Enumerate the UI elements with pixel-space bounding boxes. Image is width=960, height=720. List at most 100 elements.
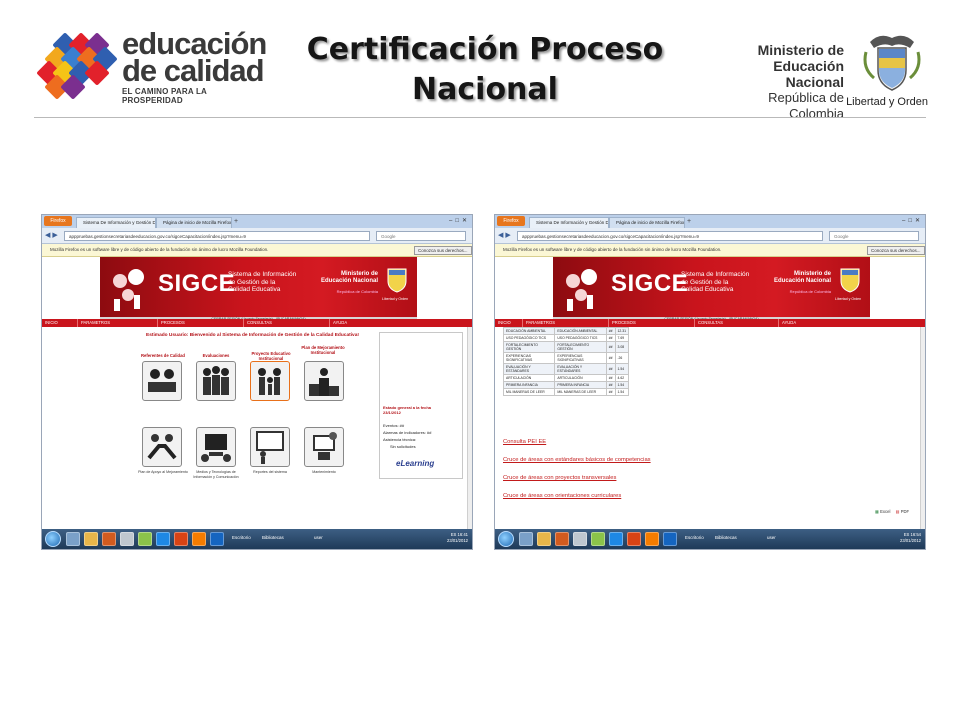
menu-ayuda[interactable]: AYUDA xyxy=(330,319,410,327)
start-button-icon[interactable] xyxy=(45,531,61,547)
tab-mozilla-home[interactable]: Página de inicio de Mozilla Firefox xyxy=(609,217,685,228)
vertical-scrollbar[interactable] xyxy=(920,327,925,529)
module-referentes-de-calidad[interactable] xyxy=(142,361,182,401)
slide-title: Certificación Proceso Nacional xyxy=(280,30,690,110)
media-icon[interactable] xyxy=(555,532,569,546)
taskbar-bibliotecas[interactable]: Bibliotecas xyxy=(715,535,737,540)
search-box[interactable]: Google xyxy=(376,231,466,241)
menu-consultas[interactable]: CONSULTAS xyxy=(244,319,330,327)
module-plan-mejoramiento[interactable] xyxy=(304,361,344,401)
pdf-icon[interactable]: ▤ xyxy=(896,509,900,514)
status-alarmas[interactable]: Alarmas de indicadores: ## xyxy=(383,430,431,435)
module-mantenimiento[interactable] xyxy=(304,427,344,467)
start-button-icon[interactable] xyxy=(498,531,514,547)
firefox-menu-button[interactable]: Firefox xyxy=(497,216,525,226)
ie-icon[interactable] xyxy=(519,532,533,546)
link-cruce-orientaciones[interactable]: Cruce de áreas con orientaciones curricu… xyxy=(503,493,621,499)
folder-icon[interactable] xyxy=(84,532,98,546)
firefox-taskbar-icon[interactable] xyxy=(645,532,659,546)
module-plan-de-apoyo[interactable] xyxy=(142,427,182,467)
link-cruce-proyectos[interactable]: Cruce de áreas con proyectos transversal… xyxy=(503,475,616,481)
calc-icon[interactable] xyxy=(591,532,605,546)
address-bar[interactable]: apppruebas.gestionsecretariasdeeducacion… xyxy=(64,231,370,241)
export-excel[interactable]: Excel xyxy=(880,509,890,514)
banner-motto: Libertad y Orden xyxy=(835,297,862,301)
taskbar-user[interactable]: user xyxy=(767,535,776,540)
search-box[interactable]: Google xyxy=(829,231,919,241)
menu-inicio[interactable]: INICIO xyxy=(42,319,78,327)
vertical-scrollbar[interactable] xyxy=(467,327,472,529)
menu-parametros[interactable]: PARAMETROS xyxy=(523,319,609,327)
word-icon[interactable] xyxy=(663,532,677,546)
module-reportes[interactable] xyxy=(250,427,290,467)
link-cruce-estandares[interactable]: Cruce de áreas con estándares básicos de… xyxy=(503,457,651,463)
firefox-taskbar-icon[interactable] xyxy=(192,532,206,546)
module-proyecto-educativo[interactable] xyxy=(250,361,290,401)
tab-mozilla-home[interactable]: Página de inicio de Mozilla Firefox xyxy=(156,217,232,228)
menu-parametros[interactable]: PARAMETROS xyxy=(78,319,158,327)
excel-icon[interactable]: ▦ xyxy=(875,509,879,514)
module-evaluaciones[interactable] xyxy=(196,361,236,401)
coat-of-arms-icon xyxy=(863,35,921,91)
rights-button[interactable]: Conozca sus derechos... xyxy=(867,246,925,255)
new-tab-button[interactable]: + xyxy=(234,217,244,228)
table-cell: 12.31 xyxy=(614,327,629,335)
menu-consultas[interactable]: CONSULTAS xyxy=(695,319,779,327)
window-controls[interactable]: –□✕ xyxy=(902,216,923,226)
elearning-logo[interactable]: eLearning xyxy=(396,459,434,468)
menu-procesos[interactable]: PROCESOS xyxy=(609,319,695,327)
ministerio-line2: Educación Nacional xyxy=(773,58,844,90)
app-icon[interactable] xyxy=(120,532,134,546)
ie-icon[interactable] xyxy=(66,532,80,546)
status-panel: Estado general a la fecha 23/1/2012 Even… xyxy=(379,332,463,479)
module-label-mantenimiento: Mantenimiento xyxy=(312,470,336,474)
banner-republica: República de Colombia xyxy=(789,289,831,294)
powerpoint-icon[interactable] xyxy=(174,532,188,546)
address-bar[interactable]: apppruebas.gestionsecretariasdeeducacion… xyxy=(517,231,823,241)
skype-icon[interactable] xyxy=(609,532,623,546)
export-pdf[interactable]: PDF xyxy=(901,509,909,514)
module-medios-tic[interactable] xyxy=(196,427,236,467)
tray-language[interactable]: ES xyxy=(904,532,910,537)
table-cell: ## xyxy=(605,327,616,335)
rights-button[interactable]: Conozca sus derechos... xyxy=(414,246,472,255)
tab-sigce[interactable]: Sistema De Información y Gestión D... xyxy=(529,217,609,228)
status-solicitudes[interactable]: Sin solicitudes xyxy=(390,444,416,449)
folder-icon[interactable] xyxy=(537,532,551,546)
status-eventos[interactable]: Eventos: ## xyxy=(383,423,404,428)
taskbar-escritorio[interactable]: Escritorio xyxy=(685,535,704,540)
window-controls[interactable]: –□✕ xyxy=(449,216,470,226)
navigation-bar: ◀ ▶ apppruebas.gestionsecretariasdeeduca… xyxy=(495,228,925,244)
module-label-plan-mejoramiento: Plan de Mejoramiento Institucional xyxy=(301,345,345,355)
notification-bar: Mozilla Firefox es un software libre y d… xyxy=(495,244,925,257)
back-forward-icon[interactable]: ◀ ▶ xyxy=(498,231,511,239)
skype-icon[interactable] xyxy=(156,532,170,546)
left-browser-screenshot: Firefox Sistema De Información y Gestión… xyxy=(41,214,473,550)
media-icon[interactable] xyxy=(102,532,116,546)
windows-taskbar: Escritorio Bibliotecas user ES 16:41 23/… xyxy=(42,529,472,549)
taskbar-bibliotecas[interactable]: Bibliotecas xyxy=(262,535,284,540)
menu-inicio[interactable]: INICIO xyxy=(495,319,523,327)
system-tray: ES 16:41 23/01/2012 xyxy=(447,532,468,544)
app-icon[interactable] xyxy=(573,532,587,546)
taskbar-escritorio[interactable]: Escritorio xyxy=(232,535,251,540)
notification-text: Mozilla Firefox es un software libre y d… xyxy=(503,247,722,252)
link-consulta-pei[interactable]: Consulta PEI EE xyxy=(503,439,546,445)
table-cell: EDUCACIÓN AMBIENTAL xyxy=(554,327,607,335)
colored-cubes-icon xyxy=(34,32,118,100)
table-cell: ## xyxy=(605,352,616,364)
menu-procesos[interactable]: PROCESOS xyxy=(158,319,244,327)
back-forward-icon[interactable]: ◀ ▶ xyxy=(45,231,58,239)
word-icon[interactable] xyxy=(210,532,224,546)
tray-language[interactable]: ES xyxy=(451,532,457,537)
calc-icon[interactable] xyxy=(138,532,152,546)
status-asistencia: Asistencia técnica: xyxy=(383,437,417,442)
taskbar-user[interactable]: user xyxy=(314,535,323,540)
powerpoint-icon[interactable] xyxy=(627,532,641,546)
table-cell: ## xyxy=(605,374,616,382)
new-tab-button[interactable]: + xyxy=(687,217,697,228)
tab-sigce[interactable]: Sistema De Información y Gestión D... xyxy=(76,217,156,228)
table-cell: EXPERIENCIAS SIGNIFICATIVAS xyxy=(502,352,556,364)
menu-ayuda[interactable]: AYUDA xyxy=(779,319,859,327)
firefox-menu-button[interactable]: Firefox xyxy=(44,216,72,226)
